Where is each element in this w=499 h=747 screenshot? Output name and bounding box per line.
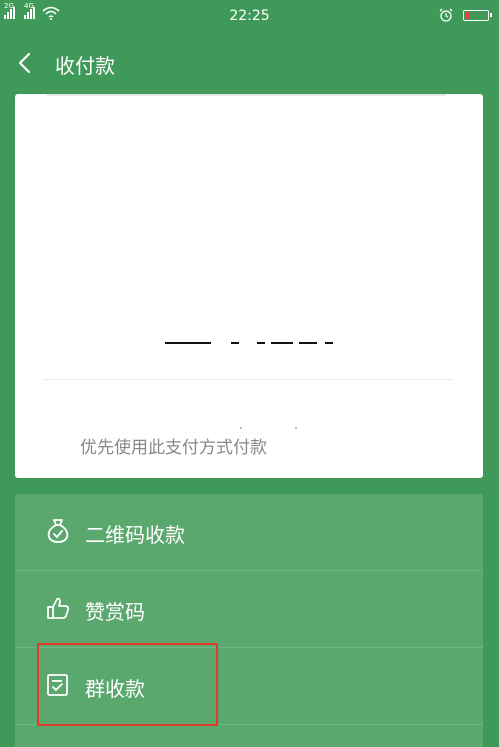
- battery-icon: [463, 9, 492, 21]
- status-right-icons: [439, 8, 492, 22]
- payment-code-card: 优先使用此支付方式付款: [15, 94, 483, 478]
- money-bag-icon: [47, 519, 69, 543]
- status-bar: 2G 4G 22:25: [0, 0, 499, 34]
- speck: [240, 427, 242, 429]
- page-title: 收付款: [55, 54, 115, 78]
- header-bar: 收付款: [0, 42, 499, 86]
- highlight-box: [37, 643, 218, 726]
- menu-item-appreciation-code[interactable]: 赞赏码: [15, 571, 483, 647]
- thumbs-up-icon: [47, 597, 70, 619]
- chevron-left-icon[interactable]: [12, 48, 38, 78]
- masked-code-number: [165, 337, 345, 349]
- menu-item-qr-receive[interactable]: 二维码收款: [15, 494, 483, 570]
- battery-fill: [465, 11, 469, 19]
- menu-item-label: 赞赏码: [85, 600, 145, 624]
- menu-item-label: 二维码收款: [85, 523, 185, 547]
- speck: [295, 427, 297, 429]
- alarm-icon: [439, 8, 453, 22]
- card-top-line: [47, 94, 447, 96]
- pay-method-note[interactable]: 优先使用此支付方式付款: [80, 433, 267, 458]
- card-divider: [43, 379, 453, 380]
- clock: 22:25: [229, 8, 270, 24]
